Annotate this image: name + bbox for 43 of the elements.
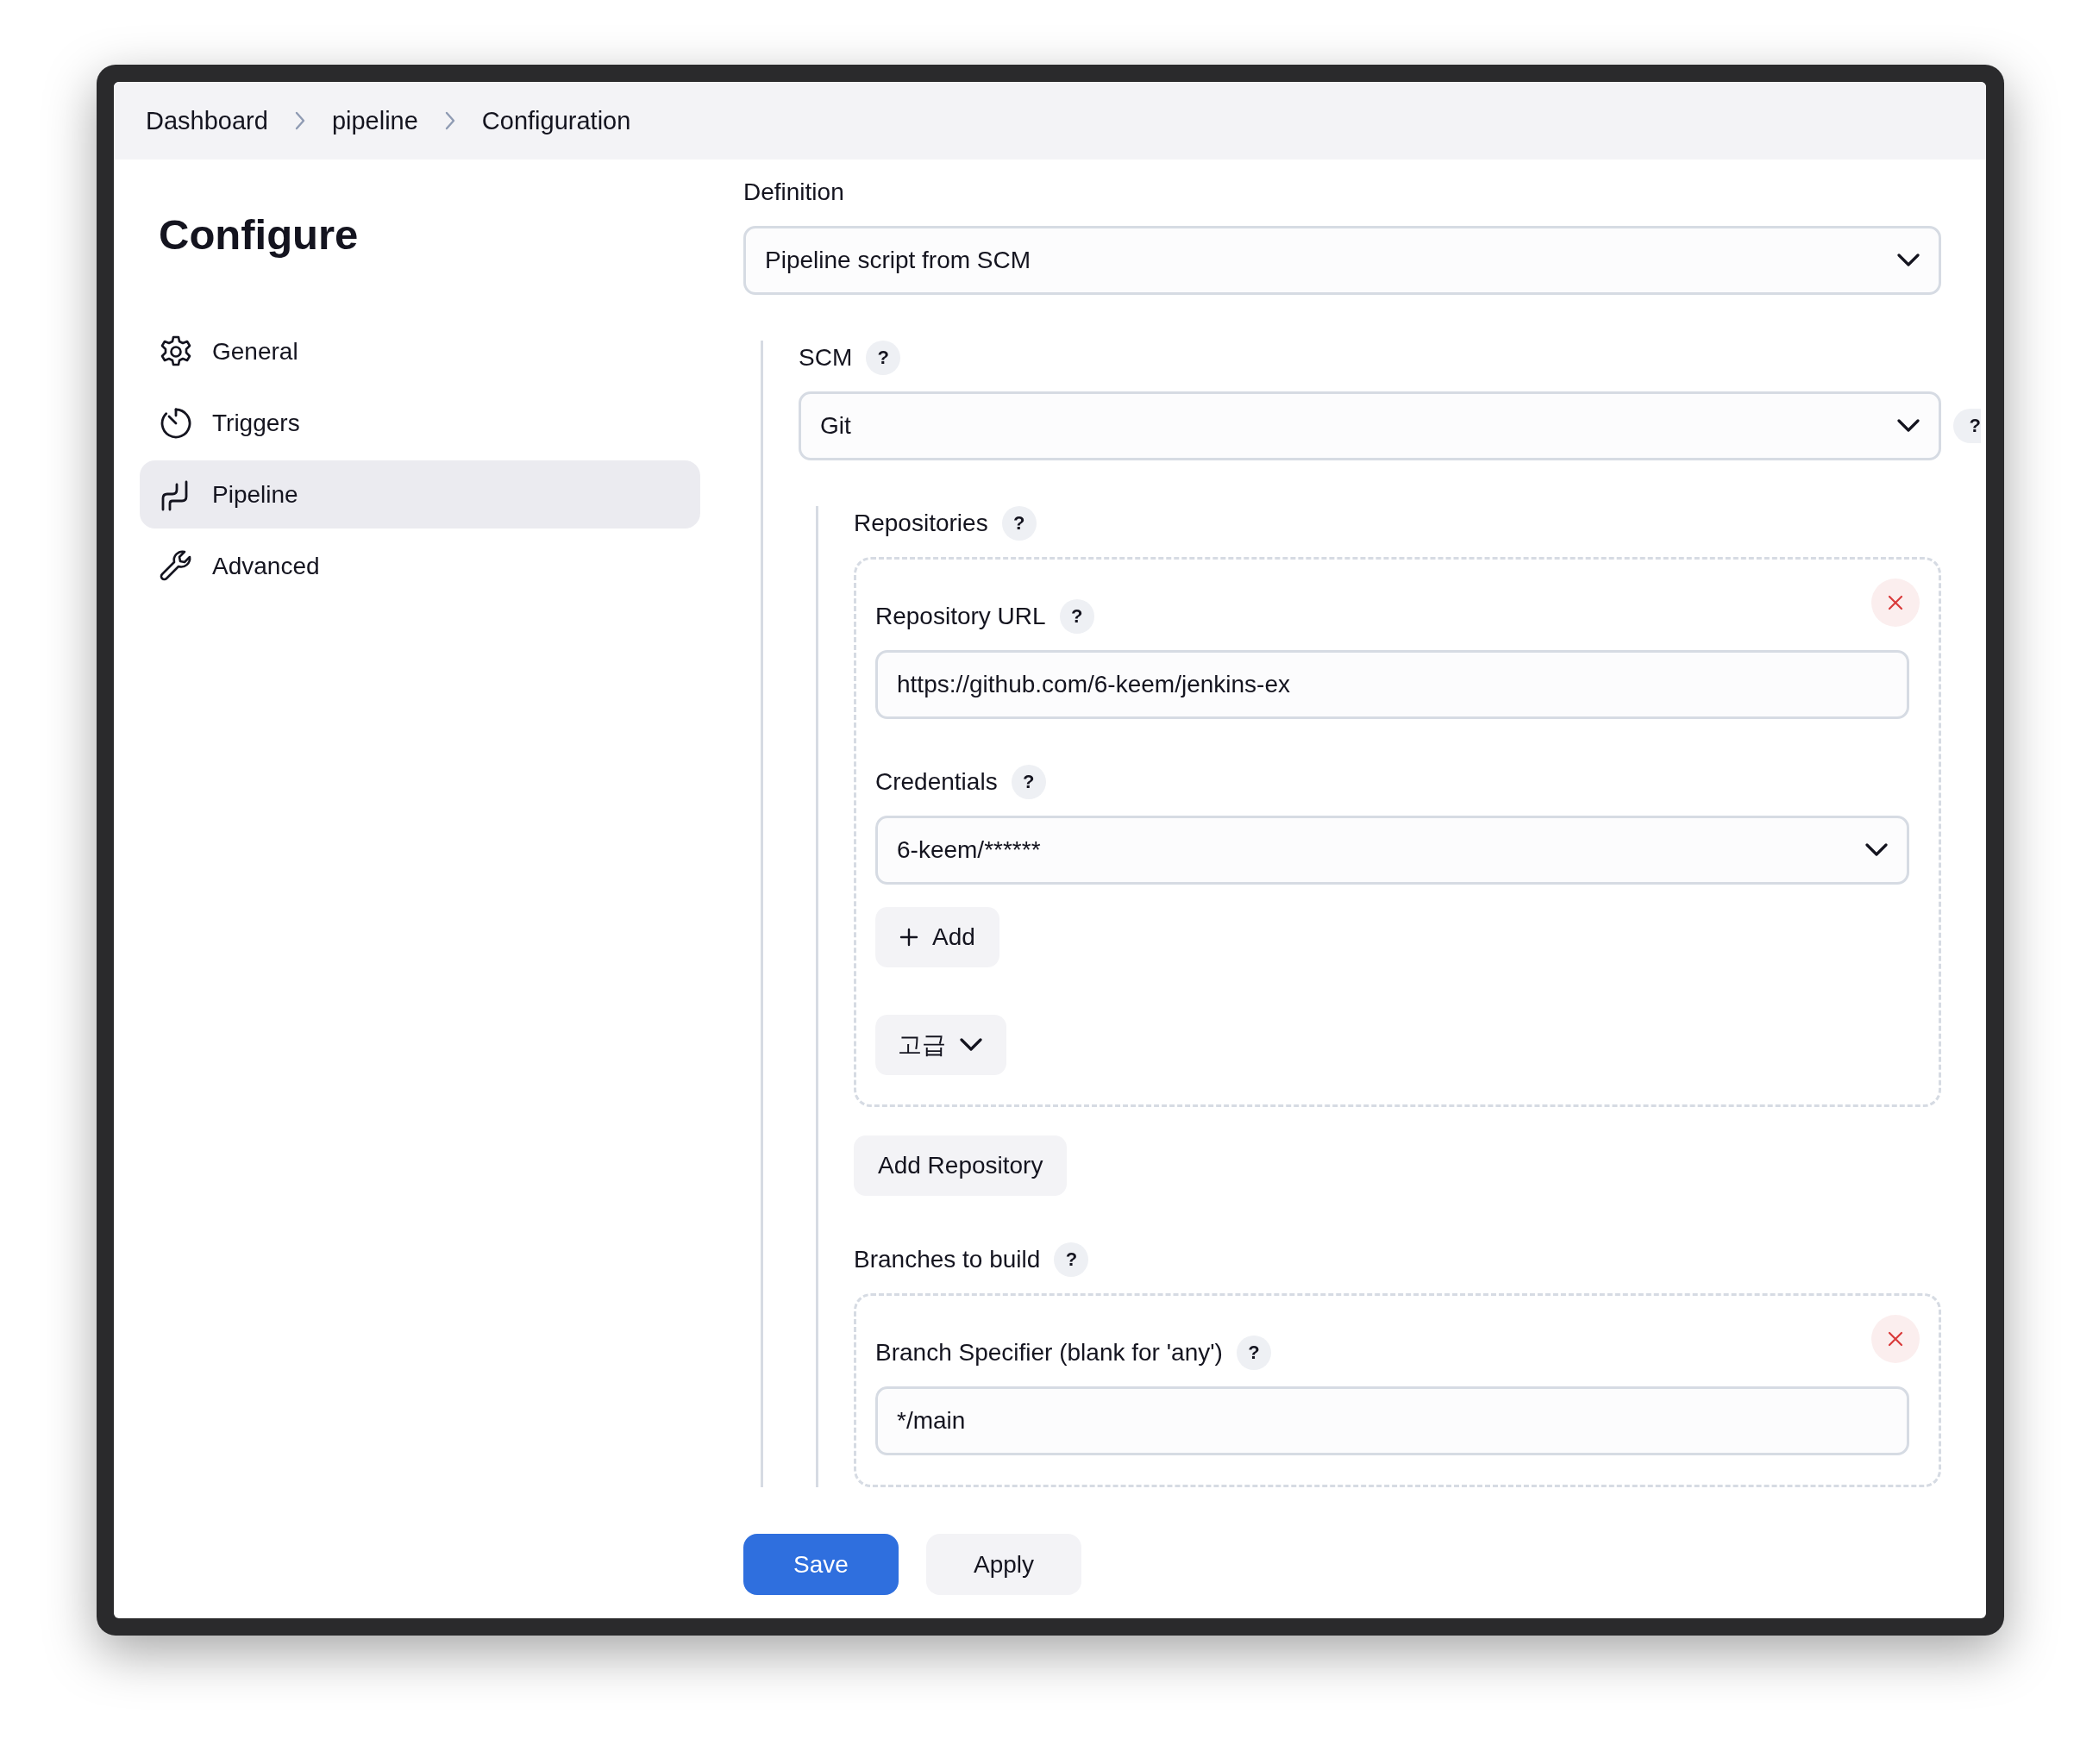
chevron-down-icon	[1865, 843, 1888, 857]
dropdown[interactable]: 6-keem/******	[875, 816, 1909, 885]
dropdown[interactable]: Git	[799, 391, 1941, 460]
field-label: Branches to build	[854, 1246, 1041, 1273]
close-icon	[1888, 595, 1903, 610]
add-repository-button[interactable]: Add Repository	[854, 1135, 1068, 1196]
plus-icon	[899, 928, 918, 947]
sidebar-item[interactable]: Pipeline	[140, 460, 700, 529]
sidebar-item[interactable]: Advanced	[140, 532, 700, 600]
chevron-down-icon	[1897, 253, 1920, 267]
chevron-right-icon	[293, 110, 306, 131]
field-label: Definition	[743, 178, 844, 206]
breadcrumb-link[interactable]: Configuration	[481, 103, 631, 139]
sidebar-item[interactable]: General	[140, 317, 700, 385]
input-field[interactable]: https://github.com/6-keem/jenkins-ex	[875, 650, 1909, 719]
breadcrumb-link[interactable]: pipeline	[331, 103, 418, 139]
advanced-button[interactable]: 고급	[875, 1015, 1006, 1075]
help-button[interactable]: ?	[1059, 599, 1094, 634]
help-button[interactable]: ?	[1953, 409, 1981, 443]
chevron-down-icon	[1897, 419, 1920, 433]
field-label: Branch Specifier (blank for 'any')	[875, 1339, 1223, 1367]
help-button[interactable]: ?	[866, 341, 901, 375]
help-button[interactable]: ?	[1001, 506, 1037, 541]
sidebar-item[interactable]: Triggers	[140, 389, 700, 457]
field-label: Credentials	[875, 768, 998, 796]
field-label: SCM	[799, 344, 853, 372]
field-label: Repositories	[854, 510, 988, 537]
chevron-down-icon	[960, 1038, 982, 1052]
page-title: Configure	[159, 210, 360, 259]
close-icon	[1888, 1331, 1903, 1347]
remove-button[interactable]	[1871, 579, 1920, 627]
help-button[interactable]: ?	[1236, 1336, 1271, 1370]
input-field[interactable]: */main	[875, 1386, 1909, 1455]
field-label: Repository URL	[875, 603, 1046, 630]
apply-button[interactable]: Apply	[926, 1534, 1081, 1595]
help-button[interactable]: ?	[1011, 765, 1046, 799]
chevron-right-icon	[443, 110, 456, 131]
dropdown[interactable]: Pipeline script from SCM	[743, 226, 1941, 295]
save-button[interactable]: Save	[743, 1534, 899, 1595]
help-button[interactable]: ?	[1054, 1242, 1089, 1277]
remove-button[interactable]	[1871, 1315, 1920, 1363]
breadcrumb-link[interactable]: Dashboard	[146, 103, 268, 139]
add-button[interactable]: Add	[875, 907, 999, 967]
